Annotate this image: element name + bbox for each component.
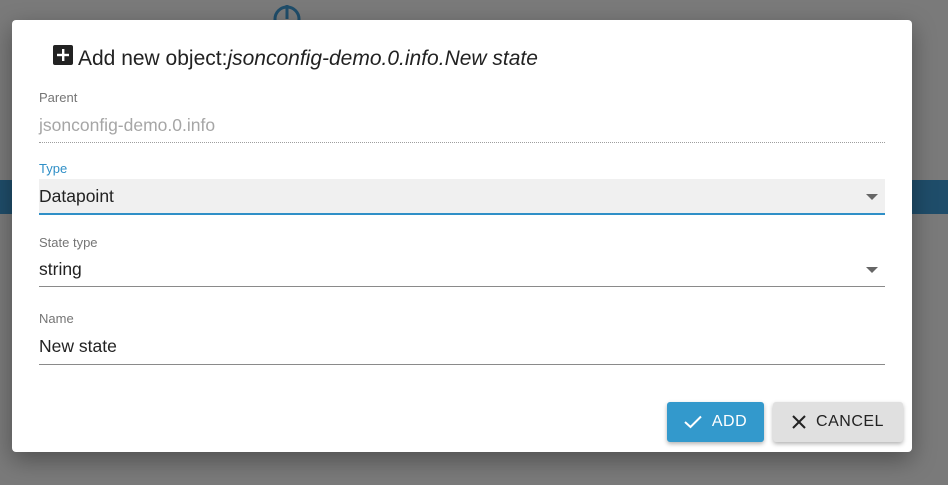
dialog-title-prefix: Add new object: — [78, 47, 228, 70]
close-icon — [792, 415, 806, 429]
state-type-label: State type — [39, 235, 98, 250]
type-field[interactable]: Type Datapoint — [39, 161, 885, 215]
chevron-down-icon[interactable] — [866, 267, 878, 273]
state-type-field[interactable]: State type string — [39, 235, 885, 287]
parent-field: Parent jsonconfig-demo.0.info — [39, 90, 885, 143]
plus-box-icon — [53, 45, 73, 65]
parent-underline — [39, 142, 885, 143]
cancel-button[interactable]: CANCEL — [773, 402, 903, 442]
add-button-label: ADD — [711, 413, 748, 430]
name-input[interactable]: New state — [39, 336, 117, 357]
dialog-title: Add new object: jsonconfig-demo.0.info.N… — [53, 44, 538, 74]
state-type-underline — [39, 286, 885, 287]
type-label: Type — [39, 161, 68, 176]
add-object-dialog: Add new object: jsonconfig-demo.0.info.N… — [12, 20, 912, 452]
type-value: Datapoint — [39, 186, 114, 206]
add-button[interactable]: ADD — [667, 402, 764, 442]
power-icon — [272, 2, 302, 22]
name-underline — [39, 364, 885, 365]
state-type-value[interactable]: string — [39, 259, 82, 280]
check-icon — [684, 415, 702, 429]
type-select[interactable]: Datapoint — [39, 179, 885, 215]
parent-value: jsonconfig-demo.0.info — [39, 115, 216, 135]
cancel-button-label: CANCEL — [816, 413, 884, 430]
name-field[interactable]: Name New state — [39, 311, 885, 365]
dialog-title-object: jsonconfig-demo.0.info.New state — [227, 47, 538, 70]
name-label: Name — [39, 311, 74, 326]
chevron-down-icon[interactable] — [866, 194, 878, 200]
parent-label: Parent — [39, 90, 78, 105]
